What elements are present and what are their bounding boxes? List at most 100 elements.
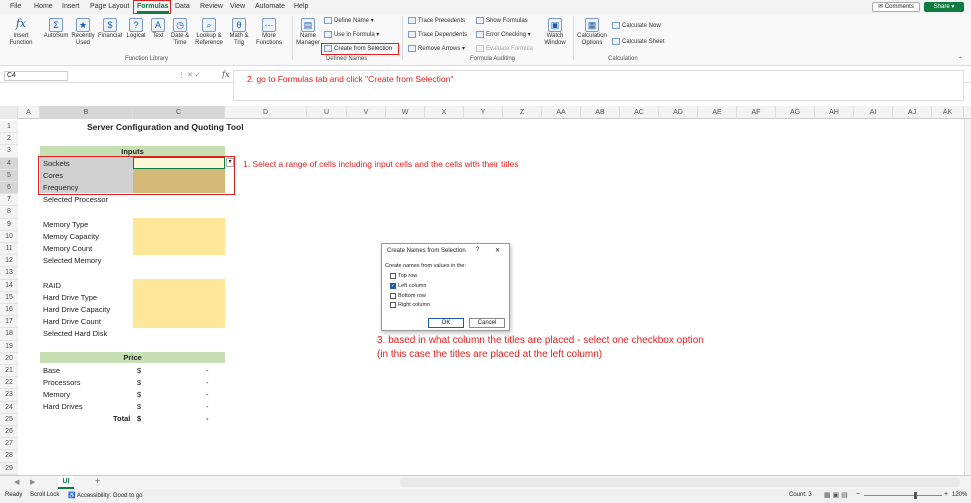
- trace-dependents-button[interactable]: Trace Dependents: [408, 31, 467, 40]
- column-header[interactable]: Y: [464, 106, 503, 119]
- column-header[interactable]: D: [225, 106, 307, 119]
- row-header[interactable]: 26: [0, 426, 18, 439]
- row-header[interactable]: 5: [0, 169, 18, 182]
- text-button[interactable]: A Text: [148, 18, 168, 40]
- disk-input-cells[interactable]: [133, 279, 225, 328]
- row-header[interactable]: 12: [0, 255, 18, 268]
- help-icon[interactable]: ?: [476, 247, 479, 253]
- row-header[interactable]: 10: [0, 230, 18, 243]
- trace-precedents-button[interactable]: Trace Precedents: [408, 17, 465, 26]
- insert-function-button[interactable]: fx Insert Function: [6, 18, 36, 47]
- lookup-reference-button[interactable]: ⌕ Lookup & Reference: [192, 18, 226, 47]
- close-icon[interactable]: ✕: [495, 247, 500, 254]
- row-header[interactable]: 9: [0, 218, 18, 231]
- column-header[interactable]: AD: [659, 106, 698, 119]
- row-header[interactable]: 14: [0, 279, 18, 292]
- evaluate-formula-button[interactable]: Evaluate Formula: [476, 45, 533, 54]
- row-header[interactable]: 18: [0, 328, 18, 341]
- memory-input-cells[interactable]: [133, 218, 225, 255]
- column-header[interactable]: AH: [815, 106, 854, 119]
- tab-review[interactable]: Review: [200, 0, 223, 13]
- remove-arrows-button[interactable]: Remove Arrows ▾: [408, 45, 465, 54]
- column-header[interactable]: C: [133, 106, 225, 119]
- row-header[interactable]: 4: [0, 157, 18, 170]
- calculate-sheet-button[interactable]: Calculate Sheet: [612, 38, 664, 47]
- row-header[interactable]: 1: [0, 121, 18, 134]
- checkbox-top-row[interactable]: [390, 273, 396, 279]
- checkbox-bottom-row[interactable]: [390, 293, 396, 299]
- row-header[interactable]: 2: [0, 133, 18, 146]
- row-header[interactable]: 19: [0, 340, 18, 353]
- tab-file[interactable]: File: [10, 0, 21, 13]
- row-header[interactable]: 24: [0, 401, 18, 414]
- sheet-tab-ui[interactable]: UI: [58, 476, 74, 489]
- financial-button[interactable]: $ Financial: [96, 18, 124, 40]
- row-header[interactable]: 21: [0, 365, 18, 378]
- prev-sheet-icon[interactable]: ◀: [14, 478, 19, 486]
- accessibility-status[interactable]: ♿ Accessibility: Good to go: [68, 492, 143, 499]
- column-header[interactable]: AI: [854, 106, 893, 119]
- tab-view[interactable]: View: [230, 0, 245, 13]
- logical-button[interactable]: ? Logical: [124, 18, 148, 40]
- row-header[interactable]: 6: [0, 182, 18, 195]
- column-header[interactable]: B: [40, 106, 133, 119]
- row-header[interactable]: 8: [0, 206, 18, 219]
- column-header[interactable]: AA: [542, 106, 581, 119]
- tab-automate[interactable]: Automate: [255, 0, 285, 13]
- tab-insert[interactable]: Insert: [62, 0, 80, 13]
- row-header[interactable]: 16: [0, 304, 18, 317]
- share-button[interactable]: Share ▾: [924, 2, 964, 12]
- checkbox-left-column[interactable]: ✓: [390, 283, 396, 289]
- select-all-corner[interactable]: [0, 106, 18, 119]
- row-header[interactable]: 20: [0, 352, 18, 365]
- column-header[interactable]: W: [386, 106, 425, 119]
- tab-data[interactable]: Data: [175, 0, 190, 13]
- column-header[interactable]: AE: [698, 106, 737, 119]
- zoom-level[interactable]: 120%: [952, 492, 967, 498]
- error-checking-button[interactable]: Error Checking ▾: [476, 31, 531, 40]
- comments-button[interactable]: ✉ Comments: [872, 2, 920, 12]
- column-header[interactable]: Z: [503, 106, 542, 119]
- collapse-ribbon-icon[interactable]: ⌃: [958, 56, 963, 63]
- column-header[interactable]: AF: [737, 106, 776, 119]
- row-header[interactable]: 17: [0, 316, 18, 329]
- recently-used-button[interactable]: ★ Recently Used: [70, 18, 96, 47]
- tab-home[interactable]: Home: [34, 0, 53, 13]
- zoom-slider-thumb[interactable]: [914, 492, 917, 499]
- view-icons[interactable]: ▦ ▣ ▤: [824, 491, 848, 499]
- row-header[interactable]: 13: [0, 267, 18, 280]
- row-header[interactable]: 28: [0, 450, 18, 463]
- row-header[interactable]: 27: [0, 438, 18, 451]
- zoom-out-icon[interactable]: −: [856, 491, 860, 498]
- next-sheet-icon[interactable]: ▶: [30, 478, 35, 486]
- cancel-button[interactable]: Cancel: [469, 318, 505, 328]
- row-header[interactable]: 3: [0, 145, 18, 158]
- zoom-in-icon[interactable]: +: [944, 491, 948, 498]
- horizontal-scrollbar[interactable]: [400, 478, 960, 487]
- row-header[interactable]: 11: [0, 243, 18, 256]
- fx-icon[interactable]: fx: [222, 70, 229, 79]
- column-header[interactable]: AG: [776, 106, 815, 119]
- column-header[interactable]: X: [425, 106, 464, 119]
- row-header[interactable]: 25: [0, 413, 18, 426]
- column-header[interactable]: V: [347, 106, 386, 119]
- date-time-button[interactable]: ◷ Date & Time: [168, 18, 192, 47]
- column-header[interactable]: AC: [620, 106, 659, 119]
- math-trig-button[interactable]: θ Math & Trig: [226, 18, 252, 47]
- define-name-button[interactable]: Define Name ▾: [324, 17, 374, 26]
- show-formulas-button[interactable]: Show Formulas: [476, 17, 528, 26]
- tab-page-layout[interactable]: Page Layout: [90, 0, 129, 13]
- use-in-formula-button[interactable]: Use in Formula ▾: [324, 31, 379, 40]
- column-header[interactable]: U: [307, 106, 347, 119]
- watch-window-button[interactable]: ▣ Watch Window: [540, 18, 570, 47]
- row-header[interactable]: 7: [0, 194, 18, 207]
- row-header[interactable]: 23: [0, 389, 18, 402]
- calculate-now-button[interactable]: Calculate Now: [612, 22, 661, 31]
- column-header[interactable]: A: [18, 106, 40, 119]
- column-header[interactable]: AK: [932, 106, 964, 119]
- column-header[interactable]: AB: [581, 106, 620, 119]
- checkbox-right-column[interactable]: [390, 302, 396, 308]
- column-header[interactable]: AJ: [893, 106, 932, 119]
- calculation-options-button[interactable]: ▦ Calculation Options: [575, 18, 609, 47]
- autosum-button[interactable]: Σ AutoSum: [42, 18, 70, 40]
